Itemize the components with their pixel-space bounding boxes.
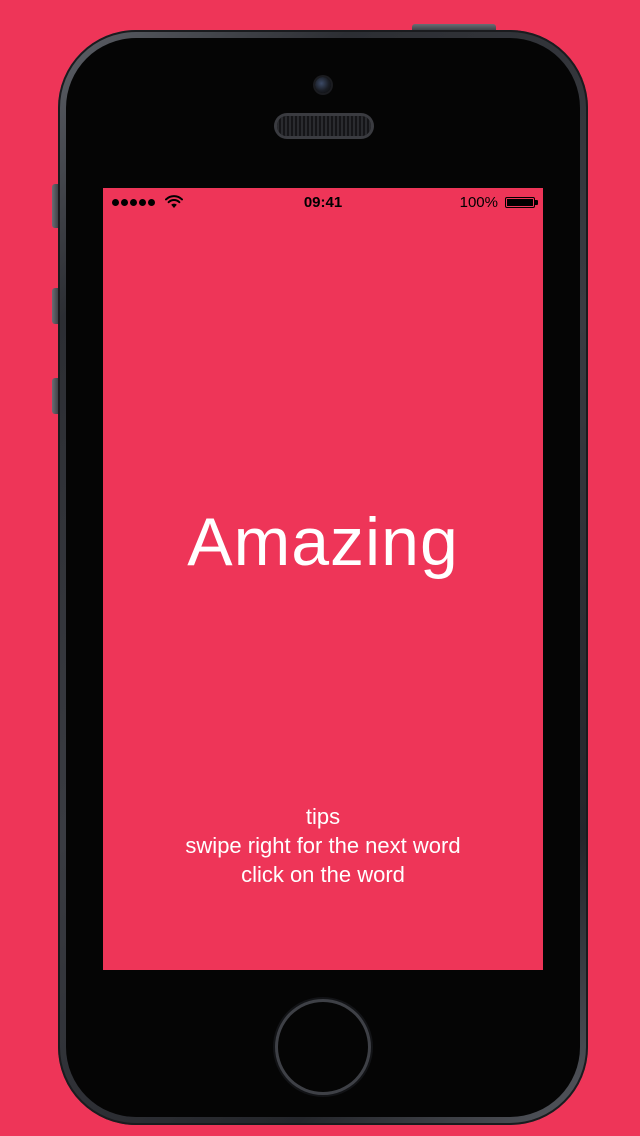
home-button[interactable]	[278, 1002, 368, 1092]
app-stage: 09:41 100% Amazing tips swipe right for …	[0, 0, 640, 1136]
front-camera	[315, 77, 331, 93]
status-bar: 09:41 100%	[103, 188, 543, 218]
battery-fill	[507, 199, 533, 206]
battery-percent: 100%	[459, 194, 498, 211]
tip-click: click on the word	[241, 862, 405, 887]
tip-swipe: swipe right for the next word	[185, 833, 461, 858]
earpiece-speaker	[277, 116, 371, 136]
battery-icon	[505, 197, 535, 208]
tips-title: tips	[305, 804, 341, 829]
battery-cap	[535, 200, 538, 205]
word-display[interactable]: Amazing	[103, 502, 543, 582]
phone-screen[interactable]: 09:41 100% Amazing tips swipe right for …	[103, 188, 543, 970]
tips-panel: tips swipe right for the next word click…	[103, 802, 543, 889]
